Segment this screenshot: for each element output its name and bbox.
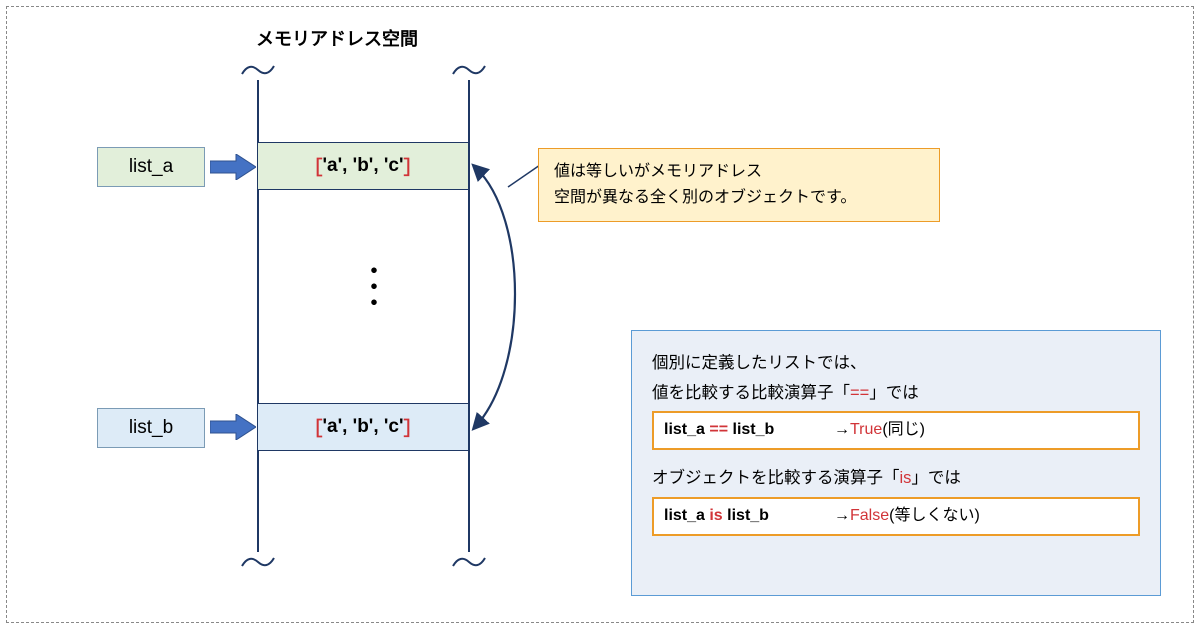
result-intro2: 値を比較する比較演算子「==」では: [652, 379, 1140, 409]
diagram-title: メモリアドレス空間: [256, 25, 418, 51]
cell-a-value: 'a', 'b', 'c': [323, 155, 404, 177]
bracket-open: ［: [304, 414, 323, 441]
break-mark: [451, 60, 487, 80]
text: (等しくない): [889, 507, 980, 524]
memory-cell-list-a: ［ 'a', 'b', 'c' ］: [258, 142, 468, 190]
break-mark: [240, 552, 276, 572]
note-callout: 値は等しいがメモリアドレス 空間が異なる全く別のオブジェクトです。: [538, 148, 940, 222]
eq-result-row: list_a == list_b →True(同じ): [652, 411, 1140, 450]
note-line1: 値は等しいがメモリアドレス: [554, 159, 924, 185]
cell-b-value: 'a', 'b', 'c': [323, 416, 404, 438]
eq-outcome: →True(同じ): [834, 416, 925, 445]
eq-expression: list_a == list_b: [664, 416, 834, 445]
memory-border-left: [257, 65, 259, 563]
arrow-glyph-icon: →: [834, 421, 850, 438]
operator-is: is: [900, 469, 912, 487]
note-line2: 空間が異なる全く別のオブジェクトです。: [554, 185, 924, 211]
is-outcome: →False(等しくない): [834, 502, 980, 531]
memory-border-right: [468, 65, 470, 563]
break-mark: [451, 552, 487, 572]
memory-cell-list-b: ［ 'a', 'b', 'c' ］: [258, 403, 468, 451]
bracket-open: ［: [304, 153, 323, 180]
text: list_a: [664, 421, 709, 438]
arrow-icon: [210, 154, 256, 180]
break-mark: [240, 60, 276, 80]
is-expression: list_a is list_b: [664, 502, 834, 531]
result-intro1: 個別に定義したリストでは、: [652, 349, 1140, 379]
is-result-row: list_a is list_b →False(等しくない): [652, 497, 1140, 536]
ellipsis-icon: ・・・: [361, 262, 389, 310]
text: 値を比較する比較演算子「: [652, 384, 850, 402]
bracket-close: ］: [403, 414, 422, 441]
arrow-glyph-icon: →: [834, 507, 850, 524]
is-value: False: [850, 507, 889, 524]
eq-value: True: [850, 421, 882, 438]
operator-eq: ==: [709, 421, 728, 438]
bracket-close: ］: [403, 153, 422, 180]
variable-label-a: list_a: [97, 147, 205, 187]
text: 」では: [911, 469, 961, 487]
arrow-icon: [210, 414, 256, 440]
text: list_a: [664, 507, 709, 524]
text: 」では: [869, 384, 919, 402]
variable-label-b: list_b: [97, 408, 205, 448]
operator-is: is: [709, 507, 722, 524]
result-intro3: オブジェクトを比較する演算子「is」では: [652, 464, 1140, 494]
operator-eq: ==: [850, 384, 869, 402]
text: list_b: [728, 421, 774, 438]
result-panel: 個別に定義したリストでは、 値を比較する比較演算子「==」では list_a =…: [631, 330, 1161, 596]
text: (同じ): [882, 421, 925, 438]
text: list_b: [723, 507, 769, 524]
text: オブジェクトを比較する演算子「: [652, 469, 900, 487]
